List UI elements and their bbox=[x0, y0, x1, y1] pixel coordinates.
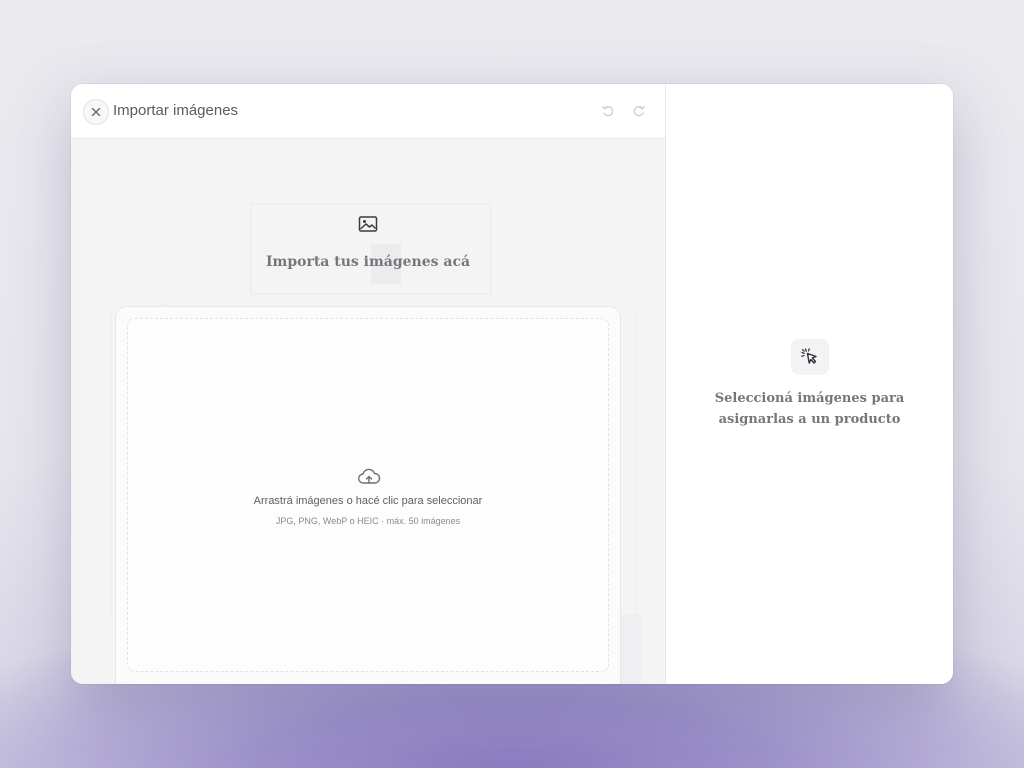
import-heading: Importa tus imágenes acá bbox=[265, 254, 471, 270]
close-icon bbox=[91, 107, 101, 117]
cloud-upload-icon bbox=[358, 468, 381, 484]
import-dialog: Importar imágenes Importa tus imágenes a… bbox=[71, 84, 953, 684]
undo-icon bbox=[602, 105, 614, 117]
image-icon bbox=[358, 216, 378, 232]
redo-button[interactable] bbox=[629, 101, 649, 121]
assign-pane: Seleccioná imágenes para asignarlas a un… bbox=[666, 84, 953, 684]
assign-instructions: Seleccioná imágenes para asignarlas a un… bbox=[666, 388, 953, 430]
dropzone-formats: JPG, PNG, WebP o HEIC · máx. 50 imágenes bbox=[275, 516, 461, 526]
dialog-title: Importar imágenes bbox=[113, 102, 239, 119]
redo-icon bbox=[633, 105, 645, 117]
dialog-header: Importar imágenes bbox=[71, 84, 665, 139]
assign-instructions-line-2: asignarlas a un producto bbox=[718, 412, 901, 427]
dropzone-instructions: Arrastrá imágenes o hacé clic para selec… bbox=[253, 495, 483, 507]
assign-instructions-line-1: Seleccioná imágenes para bbox=[714, 391, 905, 406]
cursor-click-icon bbox=[801, 348, 817, 364]
close-button[interactable] bbox=[83, 99, 109, 125]
undo-button[interactable] bbox=[598, 101, 618, 121]
cursor-icon-container bbox=[791, 339, 829, 375]
import-pane: Importar imágenes Importa tus imágenes a… bbox=[71, 84, 666, 684]
dropzone[interactable]: Arrastrá imágenes o hacé clic para selec… bbox=[127, 318, 609, 672]
upload-card: Arrastrá imágenes o hacé clic para selec… bbox=[115, 306, 621, 684]
